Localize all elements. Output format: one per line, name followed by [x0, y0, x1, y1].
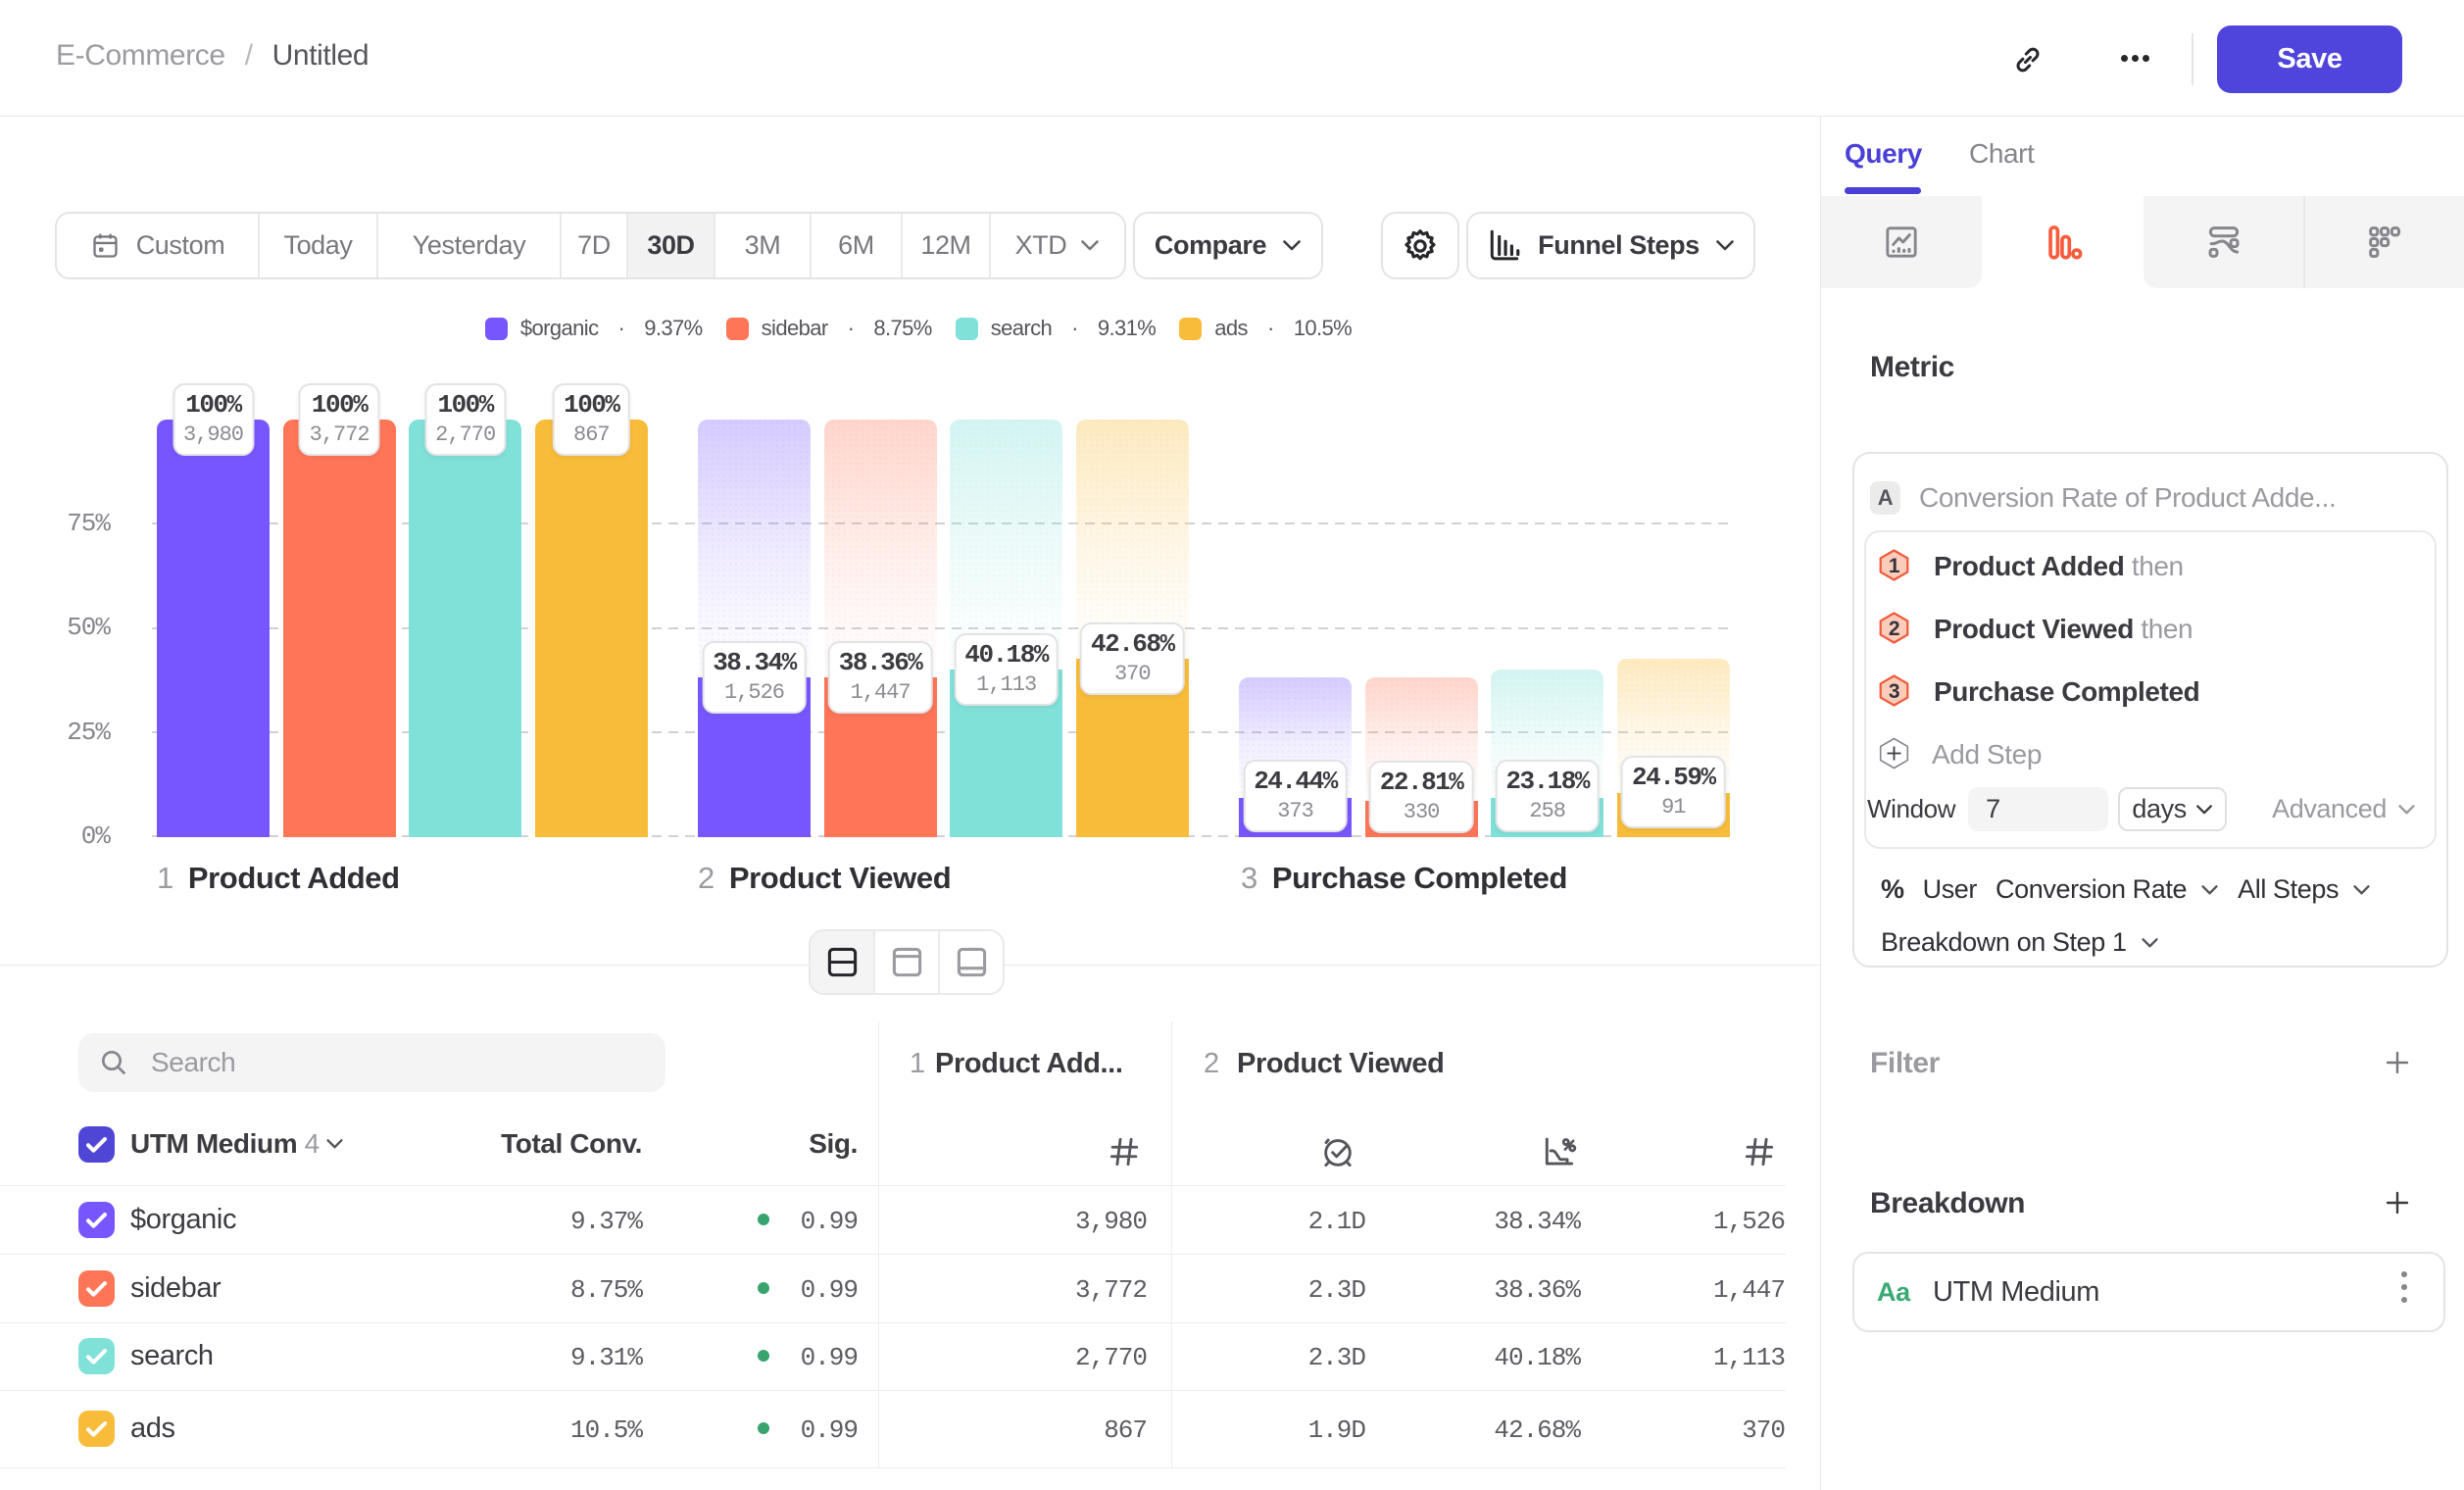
svg-text:3: 3 — [1889, 680, 1899, 703]
svg-text:2: 2 — [1889, 618, 1899, 640]
svg-text:1: 1 — [1889, 555, 1900, 577]
